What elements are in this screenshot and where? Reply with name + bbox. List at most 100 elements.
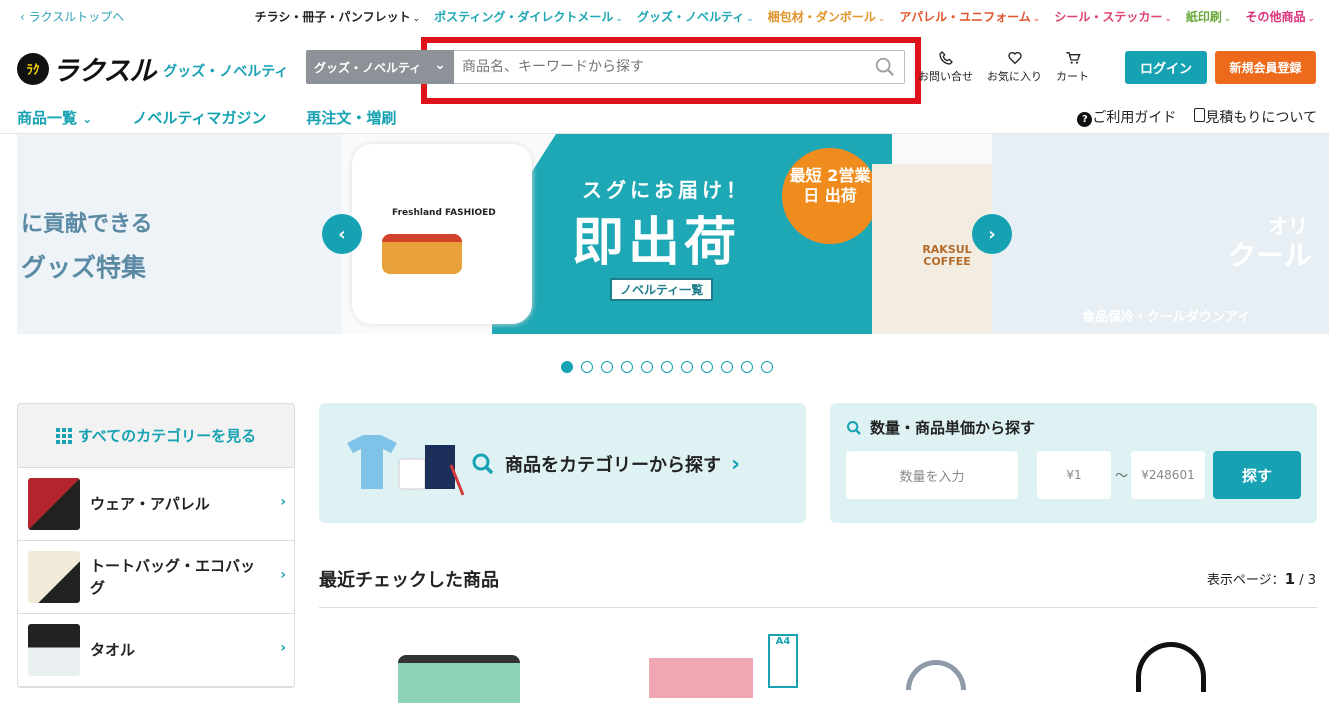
all-categories-label: すべてのカテゴリーを見る (77, 427, 257, 445)
recent-product-tumbler[interactable] (398, 655, 520, 703)
contact-label: お問い合せ (918, 70, 973, 83)
max-price-input[interactable]: ¥248601 (1131, 451, 1205, 499)
sandwich-graphic (382, 234, 462, 274)
back-link-label: ラクスルトップへ (28, 10, 125, 24)
recent-products-title: 最近チェックした商品 (319, 570, 499, 591)
logo-subtitle: グッズ・ノベルティ (163, 63, 289, 80)
guide-link[interactable]: ? ご利用ガイド (1077, 107, 1176, 127)
top-nav-item[interactable]: グッズ・ノベルティ ⌄ (637, 8, 754, 25)
hero-carousel[interactable]: に貢献できる グッズ特集 Freshland FASHIOED スグにお届け！ … (17, 134, 1329, 334)
cart-label: カート (1056, 70, 1089, 83)
top-nav-item[interactable]: シール・ステッカー ⌄ (1054, 8, 1172, 25)
chevron-down-icon: ⌄ (615, 14, 623, 24)
chevron-right-icon: › (280, 567, 286, 583)
product-list-label: 商品一覧 (17, 109, 78, 127)
carousel-dot[interactable] (721, 361, 733, 373)
category-search-card[interactable]: 商品をカテゴリーから探す › (319, 403, 806, 523)
contact-link[interactable]: お問い合せ (918, 50, 973, 84)
carousel-dot[interactable] (581, 361, 593, 373)
question-icon: ? (1077, 112, 1093, 127)
page-total: / 3 (1299, 573, 1316, 588)
cart-link[interactable]: カート (1056, 50, 1089, 84)
carousel-dot[interactable] (661, 361, 673, 373)
quantity-price-search: 数量・商品単価から探す 数量を入力 ¥1 〜 ¥248601 探す (830, 403, 1317, 523)
favorites-link[interactable]: お気に入り (987, 50, 1042, 84)
carousel-dot[interactable] (761, 361, 773, 373)
goods-illustration (347, 435, 465, 496)
min-price-input[interactable]: ¥1 (1037, 451, 1111, 499)
chevron-right-icon: › (731, 451, 741, 477)
sub-nav: 商品一覧 ⌄ ノベルティマガジン 再注文・増刷 ? ご利用ガイド 見積もりについて (0, 100, 1329, 134)
chevron-down-icon: ⌄ (82, 112, 93, 126)
logo-mark: ﾗｸ (17, 52, 49, 85)
top-nav-label: シール・ステッカー (1054, 10, 1163, 24)
product-list-link[interactable]: 商品一覧 ⌄ (17, 107, 92, 128)
top-nav-item[interactable]: 紙印刷 ⌄ (1186, 8, 1232, 25)
chevron-down-icon: ⌄ (877, 14, 886, 24)
phone-icon (938, 51, 953, 65)
category-item-apparel[interactable]: ウェア・アパレル › (18, 468, 294, 541)
banner-eco-line2: グッズ特集 (21, 253, 147, 282)
category-list: すべてのカテゴリーを見る ウェア・アパレル › トートバッグ・エコバッグ › タ… (17, 403, 295, 688)
carousel-dot[interactable] (621, 361, 633, 373)
estimate-link[interactable]: 見積もりについて (1194, 107, 1317, 127)
carousel-dot[interactable] (741, 361, 753, 373)
quantity-input[interactable]: 数量を入力 (846, 451, 1018, 499)
banner-slide-eco[interactable]: に貢献できる グッズ特集 (17, 134, 342, 334)
banner-slide-quick-ship[interactable]: Freshland FASHIOED スグにお届け！ 即出荷 ノベルティ一覧 最… (342, 134, 992, 334)
top-nav-label: 梱包材・ダンボール (767, 10, 876, 24)
top-nav-label: ポスティング・ダイレクトメール (434, 10, 614, 24)
search-icon (847, 420, 861, 435)
recent-product-a4-tag: A4 (768, 634, 798, 688)
top-nav-item[interactable]: その他商品 ⌄ (1245, 8, 1315, 25)
chevron-down-icon: ⌄ (1307, 14, 1315, 24)
shipping-badge: 最短 2営業日 出荷 (782, 148, 878, 244)
carousel-dot[interactable] (681, 361, 693, 373)
carousel-dot[interactable] (641, 361, 653, 373)
chevron-left-icon: ‹ (338, 223, 346, 245)
top-nav-item[interactable]: アパレル・ユニフォーム ⌄ (899, 8, 1040, 25)
recent-product-notebook[interactable] (649, 658, 753, 698)
page-current: 1 (1284, 570, 1296, 588)
tote-bag-image: RAKSUL COFFEE (872, 164, 992, 334)
carousel-next-button[interactable]: › (972, 214, 1012, 254)
category-item-towel[interactable]: タオル › (18, 614, 294, 687)
search-input[interactable] (454, 50, 905, 84)
novelty-magazine-link[interactable]: ノベルティマガジン (132, 107, 266, 128)
reorder-link[interactable]: 再注文・増刷 (306, 107, 396, 128)
register-button[interactable]: 新規会員登録 (1215, 51, 1316, 84)
chevron-down-icon: ⌄ (1032, 14, 1041, 24)
carousel-prev-button[interactable]: ‹ (322, 214, 362, 254)
category-label: ウェア・アパレル (90, 495, 210, 513)
banner-headline-big: 即出荷 (572, 213, 741, 273)
top-nav-item[interactable]: ポスティング・ダイレクトメール ⌄ (434, 8, 623, 25)
page-label: 表示ページ： (1206, 573, 1285, 588)
all-categories-link[interactable]: すべてのカテゴリーを見る (18, 404, 294, 468)
search-icon[interactable] (874, 56, 896, 78)
banner-cool-line3: 食品保冷・クールダウンアイ (1082, 310, 1251, 325)
banner-headline-small: スグにお届け！ (582, 178, 750, 202)
top-category-nav: チラシ・冊子・パンフレット ⌄ ポスティング・ダイレクトメール ⌄ グッズ・ノベルティ ⌄… (255, 8, 1315, 25)
raksul-logo[interactable]: ﾗｸ ラクスル グッズ・ノベルティ (17, 49, 288, 88)
back-to-raksul-top-link[interactable]: ‹ ラクスルトップへ (20, 8, 124, 25)
recent-product-pouch[interactable] (906, 660, 966, 690)
estimate-label: 見積もりについて (1205, 110, 1317, 126)
category-item-tote[interactable]: トートバッグ・エコバッグ › (18, 541, 294, 614)
top-bar: ‹ ラクスルトップへ チラシ・冊子・パンフレット ⌄ ポスティング・ダイレクトメール… (0, 0, 1329, 32)
search-category-select[interactable]: グッズ・ノベルティ ⌄ (306, 50, 454, 84)
chevron-right-icon: › (280, 640, 286, 656)
login-button[interactable]: ログイン (1125, 51, 1207, 84)
recent-product-bag[interactable] (1136, 642, 1206, 692)
chevron-down-icon: ⌄ (1164, 14, 1172, 24)
carousel-dot[interactable] (601, 361, 613, 373)
banner-novelty-label: ノベルティ一覧 (610, 278, 714, 301)
banner-slide-cool[interactable]: オリ クール 食品保冷・クールダウンアイ (992, 134, 1329, 334)
carousel-pagination (561, 361, 773, 373)
tshirt-image: Freshland FASHIOED (352, 144, 532, 324)
top-nav-item[interactable]: チラシ・冊子・パンフレット ⌄ (255, 8, 421, 25)
top-nav-item[interactable]: 梱包材・ダンボール ⌄ (768, 8, 886, 25)
carousel-dot[interactable] (701, 361, 713, 373)
recent-pagination: 表示ページ：1 / 3 (1207, 569, 1316, 588)
carousel-dot[interactable] (561, 361, 573, 373)
quantity-search-button[interactable]: 探す (1213, 451, 1301, 499)
